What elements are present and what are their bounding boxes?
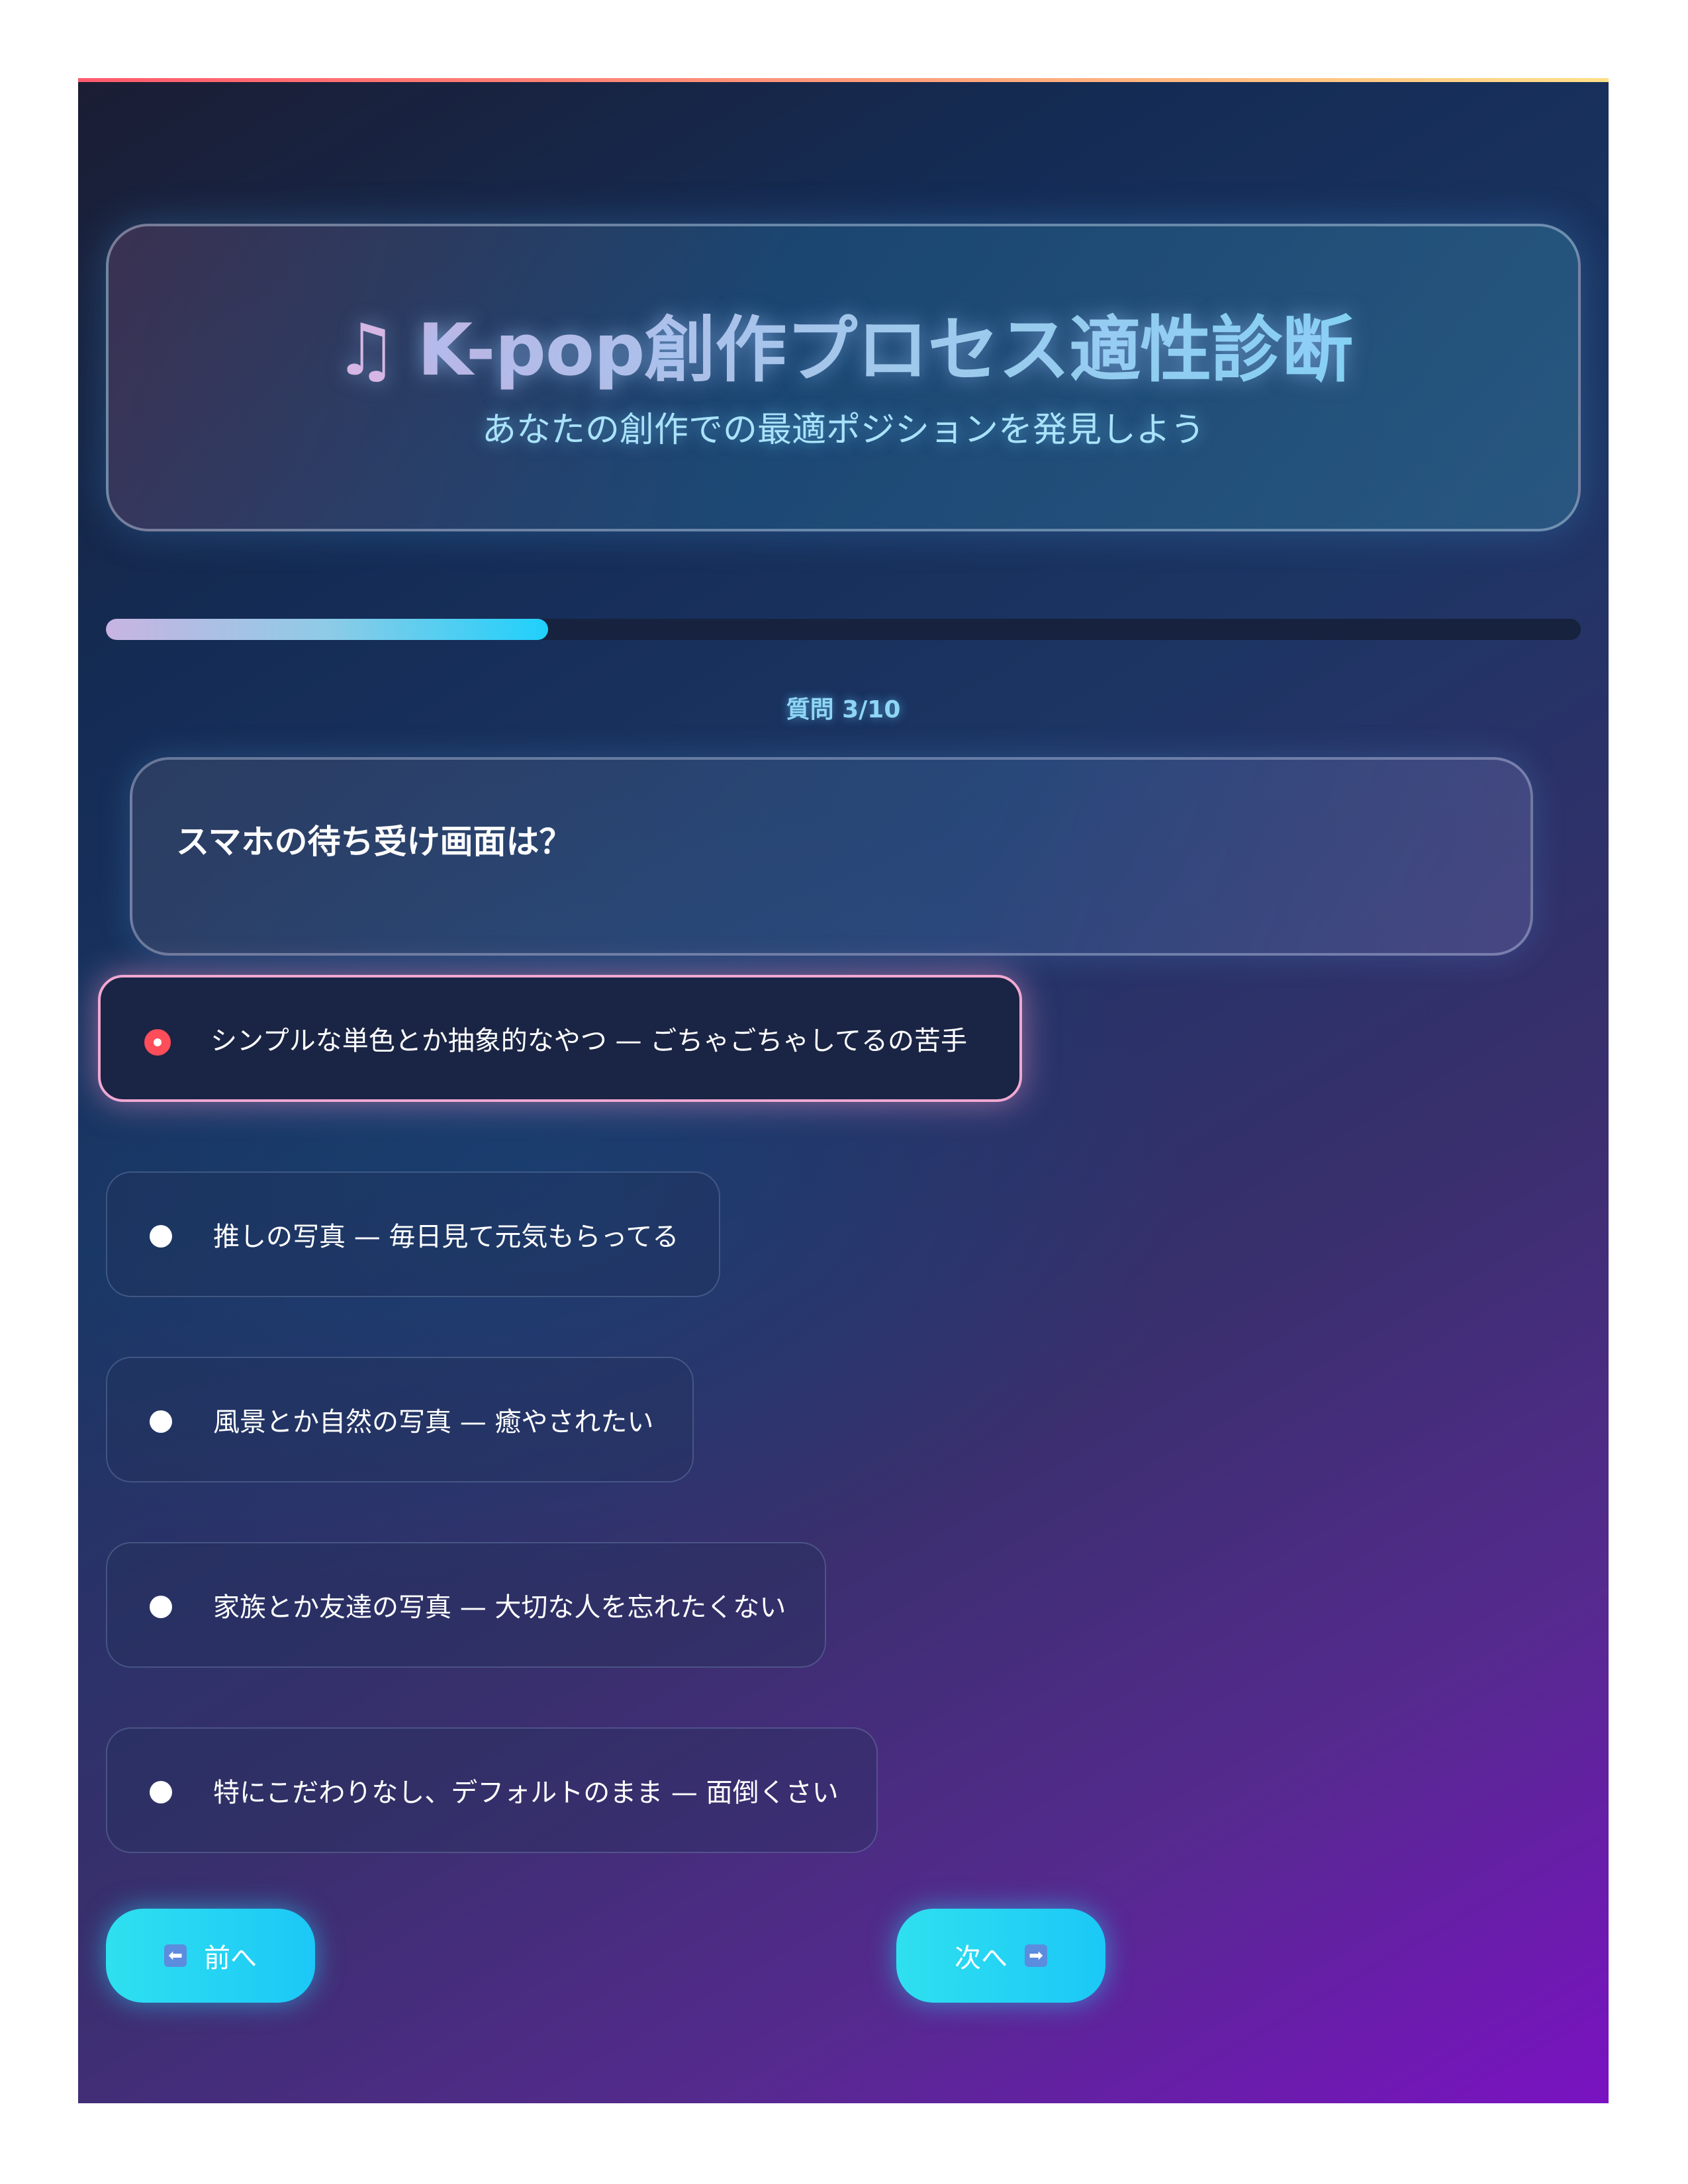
radio-icon[interactable] <box>150 1596 172 1618</box>
page-subtitle: あなたの創作での最適ポジションを発見しよう <box>481 410 1205 450</box>
page-title: ♫ K-pop創作プロセス適性診断 <box>109 293 1578 396</box>
answer-option-4[interactable]: 家族とか友達の写真 — 大切な人を忘れたくない <box>106 1542 826 1668</box>
right-arrow-icon: ➡ <box>1025 1944 1047 1967</box>
page-title-text: K-pop創作プロセス適性診断 <box>417 309 1353 392</box>
music-note-icon: ♫ <box>334 309 399 392</box>
question-card: スマホの待ち受け画面は？ <box>130 757 1533 956</box>
answer-option-label: 特にこだわりなし、デフォルトのまま — 面倒くさい <box>213 1778 839 1808</box>
next-button-label: 次へ <box>955 1943 1008 1974</box>
answer-option-2[interactable]: 推しの写真 — 毎日見て元気もらってる <box>106 1171 720 1297</box>
quiz-app: ♫ K-pop創作プロセス適性診断 あなたの創作での最適ポジションを発見しよう 質… <box>78 78 1609 2103</box>
answer-option-label: 風景とか自然の写真 — 癒やされたい <box>213 1407 654 1437</box>
radio-icon[interactable] <box>150 1225 172 1248</box>
answer-option-1[interactable]: シンプルな単色とか抽象的なやつ — ごちゃごちゃしてるの苦手 <box>98 975 1022 1102</box>
radio-icon[interactable] <box>150 1410 172 1433</box>
answer-option-label: 推しの写真 — 毎日見て元気もらってる <box>213 1222 679 1252</box>
top-accent-line <box>78 78 1609 82</box>
prev-button-label: 前へ <box>204 1943 257 1974</box>
answer-option-3[interactable]: 風景とか自然の写真 — 癒やされたい <box>106 1357 694 1482</box>
progress-bar <box>106 619 1581 640</box>
answer-option-label: シンプルな単色とか抽象的なやつ — ごちゃごちゃしてるの苦手 <box>211 1026 968 1056</box>
answer-option-label: 家族とか友達の写真 — 大切な人を忘れたくない <box>213 1592 786 1623</box>
question-counter: 質問 3/10 <box>786 696 901 723</box>
progress-fill <box>106 619 549 640</box>
radio-icon[interactable] <box>150 1781 172 1803</box>
left-arrow-icon: ⬅ <box>164 1944 187 1967</box>
next-button[interactable]: 次へ ➡ <box>896 1909 1105 2003</box>
radio-selected-icon[interactable] <box>144 1029 171 1056</box>
header-card: ♫ K-pop創作プロセス適性診断 あなたの創作での最適ポジションを発見しよう <box>106 224 1581 531</box>
prev-button[interactable]: ⬅ 前へ <box>106 1909 315 2003</box>
question-text: スマホの待ち受け画面は？ <box>176 823 573 861</box>
answer-option-5[interactable]: 特にこだわりなし、デフォルトのまま — 面倒くさい <box>106 1727 878 1853</box>
